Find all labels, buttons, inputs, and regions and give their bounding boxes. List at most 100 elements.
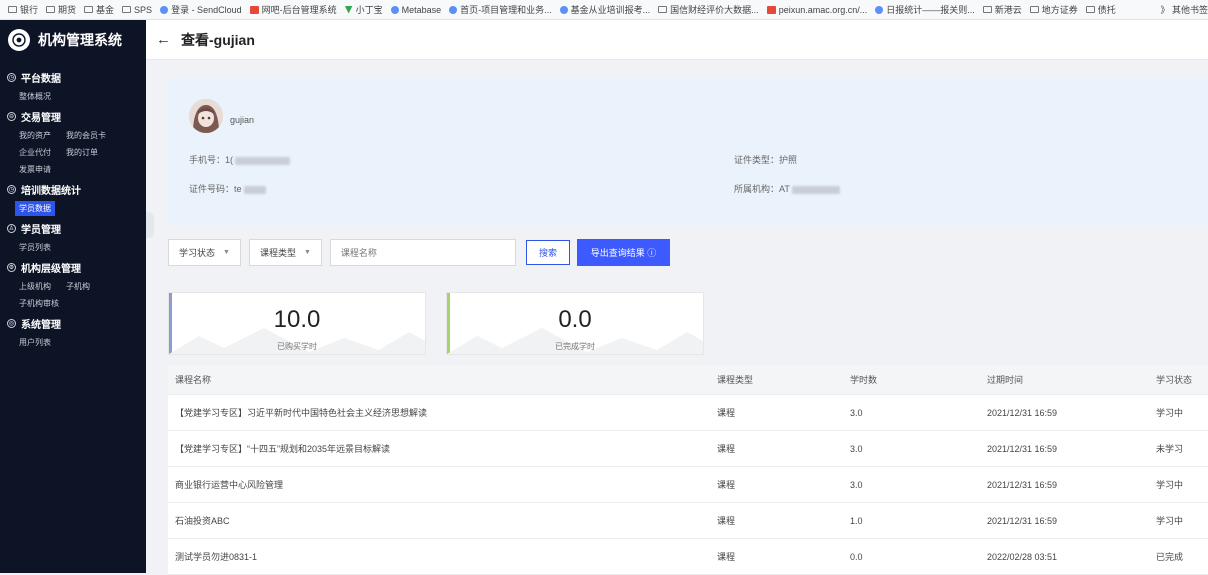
sidebar-item[interactable]: 整体概况 bbox=[19, 91, 51, 102]
study-status-cell: 学习中 bbox=[1156, 516, 1184, 526]
user-name: gujian bbox=[230, 115, 255, 125]
sidebar-item[interactable]: 学员数据 bbox=[15, 201, 55, 216]
id-number-field: 证件号码：te bbox=[189, 182, 266, 195]
sidebar-group[interactable]: ⚙ 机构层级管理 bbox=[0, 256, 146, 278]
hours-cell: 3.0 bbox=[850, 479, 863, 490]
hours-cell: 3.0 bbox=[850, 443, 863, 454]
sidebar-submenu-row: 学员列表 bbox=[0, 239, 146, 256]
expiry-time-cell: 2022/02/28 03:51 bbox=[987, 551, 1058, 562]
study-status-select[interactable]: 学习状态 ▼ bbox=[168, 239, 241, 266]
table-row[interactable]: 商业银行运营中心风险管理 课程 3.0 2021/12/31 16:59 学习中 bbox=[168, 467, 1208, 503]
site-favicon-icon bbox=[249, 5, 259, 14]
table-row[interactable]: 测试学员勿进0831-1 课程 0.0 2022/02/28 03:51 已完成 bbox=[168, 539, 1208, 575]
other-bookmarks[interactable]: 》 其他书签 bbox=[1150, 0, 1208, 19]
sidebar-submenu-row: 用户列表 bbox=[0, 334, 146, 351]
bookmark-item[interactable]: peixun.amac.org.cn/... bbox=[766, 4, 868, 15]
column-header[interactable]: 学时数 bbox=[850, 373, 987, 386]
sidebar-submenu-row: 企业代付 我的订单 bbox=[0, 144, 146, 161]
bookmark-item[interactable]: 银行 bbox=[8, 3, 38, 16]
folder-icon bbox=[658, 6, 668, 13]
bookmark-item[interactable]: 新港云 bbox=[982, 3, 1022, 16]
sidebar-group[interactable]: ⊖ 交易管理 bbox=[0, 105, 146, 127]
sidebar-item[interactable]: 我的订单 bbox=[66, 147, 98, 158]
expiry-time-cell: 2021/12/31 16:59 bbox=[987, 407, 1058, 418]
filter-bar: 学习状态 ▼ 课程类型 ▼ 搜索 导出查询结果 ⓘ bbox=[168, 239, 670, 266]
bookmark-label: 日报统计——报关则... bbox=[886, 5, 975, 15]
column-header[interactable]: 过期时间 bbox=[987, 373, 1156, 386]
site-favicon-icon bbox=[766, 5, 776, 14]
sidebar-collapse-handle[interactable] bbox=[146, 212, 154, 238]
id-number-label: 证件号码： bbox=[189, 184, 235, 194]
course-type-select[interactable]: 课程类型 ▼ bbox=[248, 239, 322, 266]
table-row[interactable]: 【党建学习专区】习近平新时代中国特色社会主义经济思想解读 课程 3.0 2021/12… bbox=[168, 395, 1208, 431]
bookmark-item[interactable]: 国信财经评价大数据... bbox=[658, 3, 759, 16]
bookmark-item[interactable]: SPS bbox=[122, 5, 152, 15]
id-type-label: 证件类型： bbox=[734, 155, 780, 165]
sidebar-item[interactable]: 子机构审核 bbox=[19, 298, 59, 309]
column-header[interactable]: 课程名称 bbox=[168, 373, 717, 386]
sidebar-item[interactable]: 我的资产 bbox=[19, 130, 51, 141]
folder-icon bbox=[84, 6, 94, 13]
sidebar-group[interactable]: ♙ 学员管理 bbox=[0, 217, 146, 239]
folder-icon bbox=[1085, 6, 1095, 13]
sidebar-submenu-row: 上级机构 子机构 bbox=[0, 278, 146, 295]
sidebar-item[interactable]: 学员列表 bbox=[19, 242, 51, 253]
redacted-block bbox=[791, 185, 840, 194]
course-name-cell: 石油投资ABC bbox=[175, 516, 230, 526]
organization-field: 所属机构：AT bbox=[734, 182, 840, 195]
bookmark-item[interactable]: 首页-项目管理和业务... bbox=[449, 3, 552, 16]
study-status-cell: 未学习 bbox=[1156, 444, 1184, 454]
bookmark-item[interactable]: 地方证券 bbox=[1029, 3, 1078, 16]
bookmark-label: 网吧-后台管理系统 bbox=[261, 5, 337, 15]
export-results-button[interactable]: 导出查询结果 ⓘ bbox=[577, 239, 670, 266]
bookmark-label: peixun.amac.org.cn/... bbox=[778, 4, 868, 15]
organization-label: 所属机构： bbox=[734, 184, 780, 194]
bookmark-item[interactable]: 期货 bbox=[46, 3, 76, 16]
bookmark-item[interactable]: 登录 - SendCloud bbox=[160, 3, 242, 16]
search-button[interactable]: 搜索 bbox=[526, 240, 570, 265]
sidebar-menu: ◷ 平台数据整体概况 ⊖ 交易管理我的资产 我的会员卡企业代付 我的订单发票申请 ◷ 培训数据… bbox=[0, 60, 146, 351]
sidebar-item[interactable]: 企业代付 bbox=[19, 147, 51, 158]
bookmark-label: 登录 - SendCloud bbox=[171, 5, 242, 15]
sidebar-group[interactable]: ◎ 系统管理 bbox=[0, 312, 146, 334]
back-arrow-icon[interactable]: ← bbox=[156, 31, 171, 48]
sidebar-group[interactable]: ◷ 培训数据统计 bbox=[0, 178, 146, 200]
id-type-field: 证件类型：护照 bbox=[734, 153, 797, 166]
app-logo[interactable]: 机构管理系统 bbox=[0, 20, 146, 60]
organization-value: AT bbox=[779, 184, 790, 194]
course-type-cell: 课程 bbox=[717, 408, 736, 418]
course-name-input[interactable] bbox=[329, 239, 516, 266]
bookmark-item[interactable]: 基金从业培训报考... bbox=[559, 3, 650, 16]
bookmark-item[interactable]: 债托 bbox=[1085, 3, 1116, 16]
table-row[interactable]: 【党建学习专区】“十四五”规划和2035年远景目标解读 课程 3.0 2021/12/… bbox=[168, 431, 1208, 467]
sidebar-submenu-row: 学员数据 bbox=[0, 200, 146, 217]
app-title: 机构管理系统 bbox=[38, 32, 122, 48]
id-number-value: te bbox=[234, 184, 242, 194]
bookmark-item[interactable]: Metabase bbox=[390, 5, 441, 15]
profile-card: gujian 手机号：1( 证件类型：护照 证件号码：te 所属机构：AT bbox=[168, 78, 1208, 225]
hours-cell: 1.0 bbox=[850, 515, 863, 526]
folder-icon bbox=[1029, 6, 1039, 13]
column-header[interactable]: 学习状态 bbox=[1156, 373, 1208, 386]
sidebar-item[interactable]: 子机构 bbox=[66, 281, 90, 292]
bookmark-item[interactable]: 基金 bbox=[84, 3, 114, 16]
sidebar-item[interactable]: 上级机构 bbox=[19, 281, 51, 292]
sidebar-group[interactable]: ◷ 平台数据 bbox=[0, 66, 146, 88]
table-row[interactable]: 石油投资ABC 课程 1.0 2021/12/31 16:59 学习中 bbox=[168, 503, 1208, 539]
phone-value: 1( bbox=[225, 155, 234, 165]
bookmark-label: 首页-项目管理和业务... bbox=[460, 5, 552, 15]
bookmark-item[interactable]: 小丁宝 bbox=[344, 3, 383, 16]
bookmark-label: SPS bbox=[134, 4, 153, 15]
sidebar-item[interactable]: 用户列表 bbox=[19, 337, 51, 348]
sidebar-item[interactable]: 我的会员卡 bbox=[66, 130, 106, 141]
completed-hours-value: 0.0 bbox=[558, 306, 592, 333]
bookmark-label: 期货 bbox=[58, 5, 77, 15]
bookmark-item[interactable]: 网吧-后台管理系统 bbox=[249, 3, 337, 16]
column-header[interactable]: 课程类型 bbox=[717, 373, 850, 386]
avatar bbox=[189, 99, 223, 133]
sidebar-group-label: 机构层级管理 bbox=[21, 263, 81, 275]
course-name-cell: 【党建学习专区】习近平新时代中国特色社会主义经济思想解读 bbox=[175, 408, 428, 418]
course-type-cell: 课程 bbox=[717, 480, 736, 490]
bookmark-item[interactable]: 日报统计——报关则... bbox=[875, 3, 975, 16]
sidebar-item[interactable]: 发票申请 bbox=[19, 164, 51, 175]
